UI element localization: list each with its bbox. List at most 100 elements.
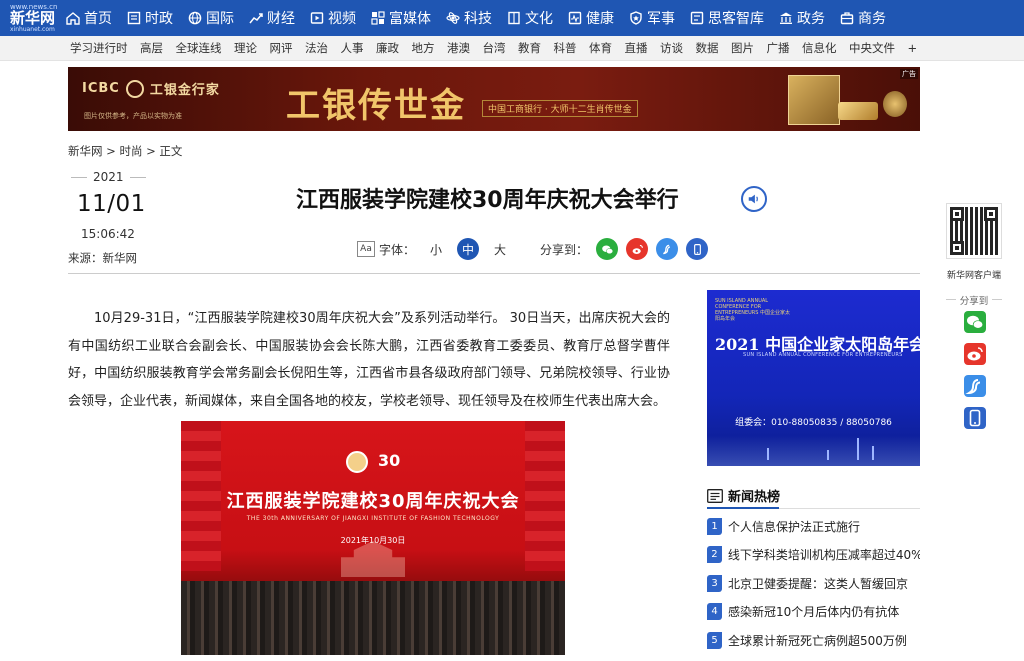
nav-item-2[interactable]: 国际 [188,0,234,36]
nav-item-8[interactable]: 健康 [568,0,614,36]
xinhuanet-logo[interactable]: www.news.cn 新华网 xinhuanet.com [10,3,58,33]
article-photo[interactable]: 30 江西服装学院建校30周年庆祝大会 THE 30th ANNIVERSARY… [181,421,565,655]
subnav-item[interactable]: 科普 [554,40,577,56]
logo-name: 新华网 [10,9,56,27]
government-icon [779,11,793,25]
hot-news-item[interactable]: 3 北京卫健委提醒：这类人暂缓回京 [707,572,920,594]
side-share-weibo-button[interactable] [962,342,988,366]
science-icon [446,11,460,25]
breadcrumb-separator: > [146,144,156,158]
banner-tagline: 中国工商银行 · 大师十二生肖传世金 [482,100,638,117]
hot-news-rank: 3 [707,574,722,592]
subnav-item[interactable]: 廉政 [376,40,399,56]
hot-news-item[interactable]: 4 感染新冠10个月后体内仍有抗体 [707,601,920,623]
title-divider [68,273,920,274]
hot-news-headline: 北京卫健委提醒：这类人暂缓回京 [728,576,909,591]
mobile-icon [964,407,986,429]
weibo-icon [632,244,643,254]
audio-play-button[interactable] [741,186,767,212]
subnav-item[interactable]: 网评 [270,40,293,56]
share-weibo-button[interactable] [626,238,649,260]
conf-ad-small-title: SUN ISLAND ANNUAL CONFERENCE FOR ENTREPR… [715,298,791,322]
health-icon [568,11,582,25]
subnav-item[interactable]: 台湾 [483,40,506,56]
conf-ad-phone: 组委会：010-88050835 / 88050786 [735,418,892,428]
nav-item-4[interactable]: 视频 [310,0,356,36]
font-size-medium-button[interactable]: 中 [457,238,480,260]
nav-item-12[interactable]: 商务 [840,0,886,36]
app-qr-code [946,203,1002,259]
nav-item-11[interactable]: 政务 [779,0,825,36]
subnav-item[interactable]: 高层 [140,40,163,56]
share-mobile-button[interactable] [686,238,709,260]
conference-ad[interactable]: SUN ISLAND ANNUAL CONFERENCE FOR ENTREPR… [707,290,920,466]
nav-item-5[interactable]: 富媒体 [371,0,431,36]
subnav-item[interactable]: 数据 [696,40,719,56]
banner-headline: 工银传世金 [286,86,466,126]
sub-nav-bar: 学习进行时 高层 全球连线 理论 网评 法治 人事 廉政 地方 港澳 台湾 教育 科普 体育 直播 访谈 数据图… [0,36,1024,61]
subnav-item[interactable]: 广播 [767,40,790,56]
hot-news-item[interactable]: 2 线下学科类培训机构压减率超过40% [707,544,920,566]
business-icon [840,11,854,25]
breadcrumb-section[interactable]: 时尚 [119,144,142,158]
subnav-item[interactable]: 直播 [625,40,648,56]
wechat-icon [964,311,986,333]
nav-item-7[interactable]: 文化 [507,0,553,36]
finance-icon [249,11,263,25]
breadcrumb-current: 正文 [159,144,183,158]
top-nav-items: 首页 时政 国际 财经 视频 富媒体 科技 文化 健康 军事 思客智库 政务 商务 [66,0,901,36]
hot-news-rank: 2 [707,546,722,563]
subnav-item[interactable]: 图片 [731,40,754,56]
subnav-item[interactable]: 信息化 [802,40,837,56]
icbc-seal-icon [125,79,144,98]
icbc-brand-cn: 工银金行家 [149,83,220,98]
side-share-label: 分享到 [942,293,1006,307]
nav-item-1[interactable]: 时政 [127,0,173,36]
breadcrumb-home[interactable]: 新华网 [68,144,103,158]
icbc-banner-ad[interactable]: ICBC 工银金行家 图片仅供参考，产品以实物为准 工银传世金 中国工商银行 ·… [68,67,920,131]
hot-news-header: 新闻热榜 [707,483,920,509]
nav-item-label: 军事 [647,11,675,27]
font-size-small-button[interactable]: 小 [425,238,447,260]
newspaper-icon [707,488,723,503]
nav-item-9[interactable]: 军事 [629,0,675,36]
side-share-wechat-button[interactable] [962,310,988,334]
subnav-more-button[interactable]: + [908,41,918,55]
subnav-item[interactable]: 地方 [412,40,435,56]
school-emblem-icon [346,451,368,473]
subnav-item[interactable]: 人事 [341,40,364,56]
share-label: 分享到： [540,242,589,257]
hot-news-item[interactable]: 5 全球累计新冠死亡病例超500万例 [707,629,920,651]
subnav-item[interactable]: 访谈 [660,40,683,56]
side-share-qzone-button[interactable] [962,374,988,398]
subnav-item[interactable]: 学习进行时 [70,40,128,56]
nav-item-0[interactable]: 首页 [66,0,112,36]
photo-building-graphic [341,541,405,577]
publish-date: 11/01 [77,191,146,217]
nav-item-label: 商务 [858,11,886,27]
share-wechat-button[interactable] [596,238,619,260]
subnav-item[interactable]: 教育 [518,40,541,56]
nav-item-10[interactable]: 思客智库 [690,0,764,36]
wechat-icon [601,244,613,254]
subnav-item[interactable]: 港澳 [447,40,470,56]
ad-tag: 广告 [900,69,918,79]
conf-ad-skyline [707,436,920,466]
hot-news-headline: 全球累计新冠死亡病例超500万例 [728,633,907,648]
share-qzone-button[interactable] [656,238,679,260]
thinktank-icon [690,11,704,25]
subnav-item[interactable]: 体育 [589,40,612,56]
subnav-item[interactable]: 法治 [305,40,328,56]
side-share-mobile-button[interactable] [962,406,988,430]
nav-item-3[interactable]: 财经 [249,0,295,36]
font-size-large-button[interactable]: 大 [489,238,511,260]
weibo-icon [964,343,986,365]
nav-item-6[interactable]: 科技 [446,0,492,36]
subnav-item[interactable]: 理论 [234,40,257,56]
subnav-item[interactable]: 全球连线 [176,40,222,56]
hot-news-item[interactable]: 1 个人信息保护法正式施行 [707,515,920,537]
media-icon [371,11,385,25]
video-icon [310,11,324,25]
nav-item-label: 富媒体 [389,11,431,27]
subnav-item[interactable]: 中央文件 [849,40,895,56]
